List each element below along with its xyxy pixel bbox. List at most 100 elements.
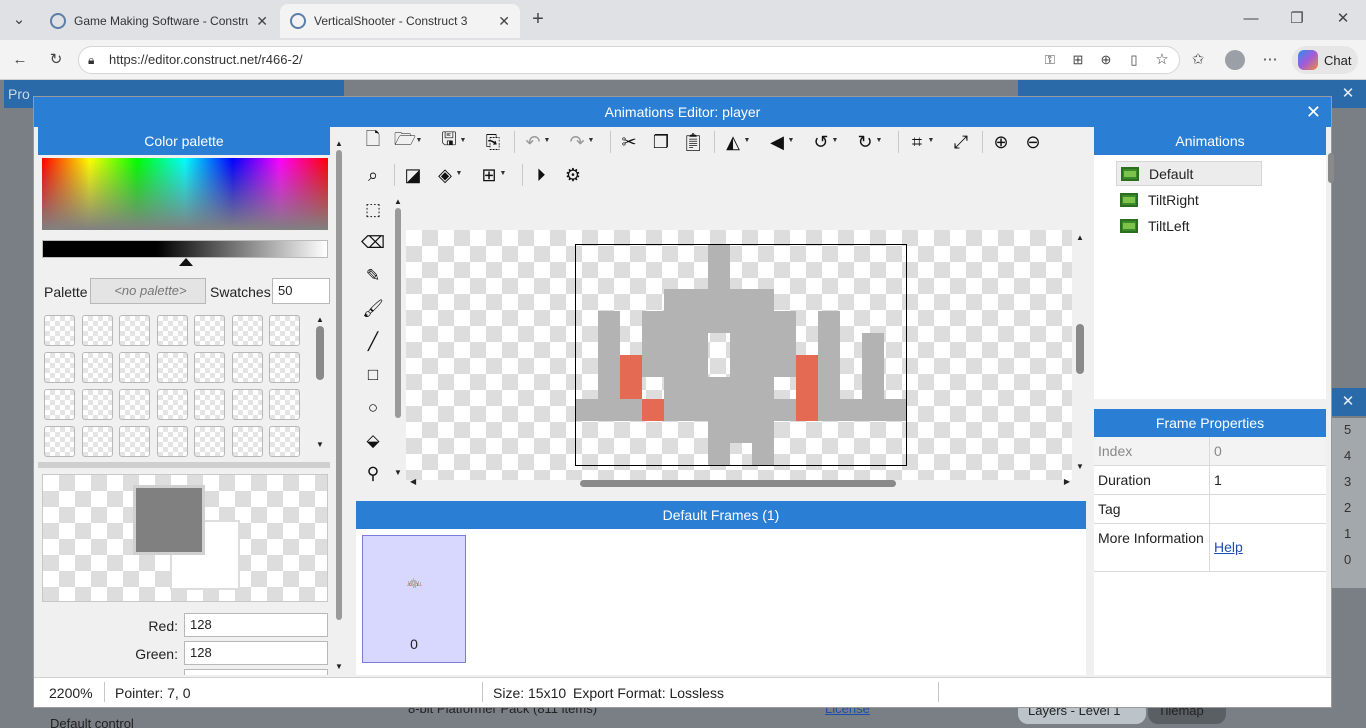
tools-scroll-thumb[interactable] [395,208,401,418]
eraser-icon[interactable]: ⌫ [360,230,386,256]
fill-icon[interactable]: ⬙ [360,428,386,454]
palette-scroll-thumb[interactable] [336,150,342,620]
zoom-icon[interactable]: ⊕ [1096,50,1116,70]
palette-select[interactable]: <no palette> [90,278,206,304]
more-options-icon[interactable]: ⋯ [1260,50,1280,70]
eyedropper-icon[interactable]: ⚲ [360,461,386,487]
green-input[interactable]: 128 [184,641,328,665]
tab-list-chevron-icon[interactable]: ⌄ [9,10,29,30]
palette-swatch[interactable] [269,352,300,383]
palette-swatch[interactable] [269,389,300,420]
copy-icon[interactable]: ❐ [648,129,674,155]
crop-dropdown-icon[interactable]: ▼ [926,137,936,144]
animation-item-default[interactable]: Default [1116,161,1262,186]
palette-swatch[interactable] [269,426,300,457]
settings-icon[interactable]: ⚙ [560,162,586,188]
palette-swatch[interactable] [194,352,225,383]
animations-scroll-thumb[interactable] [1328,153,1334,183]
animations-scrollbar[interactable] [1328,139,1334,399]
palette-swatch[interactable] [44,315,75,346]
panel-splitter[interactable] [38,462,330,468]
site-info-icon[interactable]: 🔒︎ [88,47,94,73]
line-icon[interactable]: ╱ [360,329,386,355]
close-tab-icon[interactable]: ✕ [498,13,510,30]
new-tab-icon[interactable]: + [528,9,548,29]
select-rect-icon[interactable]: ⬚ [360,197,386,223]
canvas-hscroll-thumb[interactable] [580,480,896,487]
restore-icon[interactable]: ❐ [1287,9,1307,29]
swatch-scroll-thumb[interactable] [316,326,324,380]
zoom-tool-icon[interactable]: ⌕ [360,162,386,188]
palette-swatch[interactable] [81,315,113,346]
swatches-input[interactable]: 50 [272,278,330,304]
layers-dropdown-icon[interactable]: ▼ [454,170,464,177]
rectangle-icon[interactable]: □ [360,362,386,388]
close-tab-icon[interactable]: ✕ [256,13,268,30]
resize-icon[interactable]: ⤢ [948,129,974,155]
blue-input-clipped[interactable] [184,669,328,675]
palette-swatch[interactable] [231,389,263,420]
profile-avatar[interactable] [1225,50,1245,70]
frame-thumbnail[interactable]: 0 [362,535,466,663]
animation-item-tiltright[interactable]: TiltRight [1116,187,1199,212]
brush-icon[interactable]: 🖌︎ [360,296,386,322]
copilot-chat-button[interactable]: Chat [1292,46,1358,74]
favorites-icon[interactable]: ✩ [1188,50,1208,70]
sprite-image[interactable] [575,244,907,466]
refresh-icon[interactable]: ↻ [46,50,66,70]
flip-vertical-dropdown-icon[interactable]: ▼ [786,137,796,144]
palette-swatch[interactable] [81,426,113,457]
redo-dropdown-icon[interactable]: ▼ [586,137,596,144]
palette-swatch[interactable] [119,315,150,346]
favorite-star-icon[interactable]: ☆ [1152,50,1172,70]
flip-horizontal-dropdown-icon[interactable]: ▼ [742,137,752,144]
export-icon[interactable]: ⎘ [480,129,506,155]
rotate-ccw-dropdown-icon[interactable]: ▼ [830,137,840,144]
pencil-icon[interactable]: ✎ [360,263,386,289]
palette-swatch[interactable] [81,389,113,420]
red-input[interactable]: 128 [184,613,328,637]
palette-scrollbar[interactable]: ▲ ▼ [334,139,344,675]
zoom-in-icon[interactable]: ⊕ [988,129,1014,155]
palette-swatch[interactable] [156,389,188,420]
paste-icon[interactable]: 📋︎ [680,129,706,155]
save-dropdown-icon[interactable]: ▼ [458,137,468,144]
palette-swatch[interactable] [119,389,150,420]
back-icon[interactable]: ← [10,50,30,70]
zoom-out-icon[interactable]: ⊖ [1020,129,1046,155]
browser-tab-game-making[interactable]: Game Making Software - Construc ✕ [40,4,278,38]
animation-item-tiltleft[interactable]: TiltLeft [1116,213,1190,238]
minimize-icon[interactable]: — [1241,9,1261,29]
rotate-cw-dropdown-icon[interactable]: ▼ [874,137,884,144]
help-link[interactable]: Help [1214,539,1243,555]
palette-swatch[interactable] [156,315,188,346]
palette-swatch[interactable] [81,352,113,383]
image-canvas[interactable] [406,230,1072,480]
dialog-close-icon[interactable]: ✕ [1306,97,1321,127]
browser-tab-verticalshooter[interactable]: VerticalShooter - Construct 3 ✕ [280,4,520,38]
window-close-icon[interactable]: ✕ [1333,9,1353,29]
palette-swatch[interactable] [156,352,188,383]
palette-swatch[interactable] [194,426,225,457]
apps-icon[interactable]: ⊞ [1068,50,1088,70]
cut-icon[interactable]: ✂ [616,129,642,155]
new-icon[interactable]: 🗋︎ [360,129,386,155]
tools-scrollbar[interactable]: ▲ ▼ [393,197,403,487]
palette-swatch[interactable] [194,389,225,420]
duration-value[interactable]: 1 [1214,472,1222,488]
palette-swatch[interactable] [194,315,225,346]
palette-swatch[interactable] [119,426,150,457]
address-bar[interactable]: 🔒︎ https://editor.construct.net/r466-2/ [78,46,1180,74]
palette-swatch[interactable] [269,315,300,346]
canvas-vscrollbar[interactable]: ▲ ▼ [1074,233,1086,471]
mask-icon[interactable]: ◪ [400,162,426,188]
open-dropdown-icon[interactable]: ▼ [414,137,424,144]
reading-mode-icon[interactable]: ▯ [1124,50,1144,70]
palette-swatch[interactable] [156,426,188,457]
hue-spectrum[interactable] [42,158,328,230]
palette-swatch[interactable] [119,352,150,383]
grid-dropdown-icon[interactable]: ▼ [498,170,508,177]
palette-swatch[interactable] [44,389,75,420]
prop-row-duration[interactable]: Duration 1 [1094,466,1326,495]
brightness-slider[interactable] [42,240,328,258]
